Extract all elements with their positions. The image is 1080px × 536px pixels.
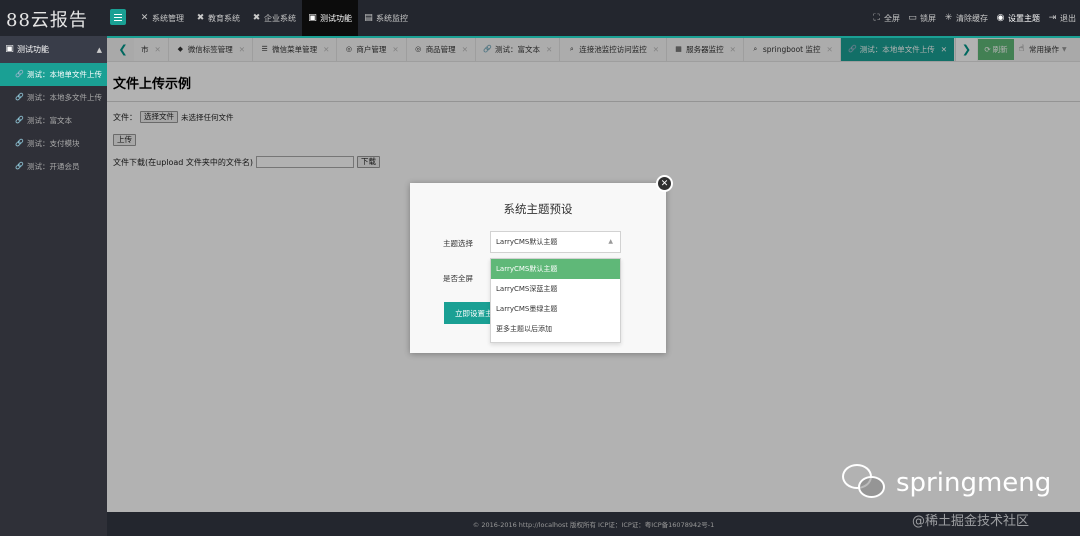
theme-select[interactable]: LarryCMS默认主题 ▲	[490, 231, 621, 253]
top-action-label: 全屏	[884, 13, 900, 23]
app-window: 88云报告 ✕ 系统管理 ✖ 教育系统 ✖ 企业系统 ▣ 测试功能 ▤ 系统监控 ⛶ 全屏 ▭ 锁屏 ✳ 清…	[0, 0, 1080, 536]
palette-icon: ◉	[996, 12, 1005, 23]
watermark: springmeng	[842, 462, 1051, 504]
link-icon: 🔗	[15, 139, 24, 147]
watermark-brand: springmeng	[896, 468, 1052, 498]
close-icon: ✖	[196, 12, 205, 23]
top-nav-item[interactable]: ▣ 测试功能	[302, 0, 358, 36]
modal-title: 系统主题预设	[503, 202, 573, 216]
theme-label: 主题选择	[443, 239, 473, 248]
theme-option[interactable]: LarryCMS墨绿主题	[491, 299, 620, 319]
sidebar-item-label: 测试：富文本	[27, 116, 72, 125]
screen-lock-icon: ▭	[908, 12, 917, 23]
top-nav-label: 测试功能	[320, 13, 352, 23]
top-nav-label: 系统管理	[152, 13, 184, 23]
theme-selected-value: LarryCMS默认主题	[496, 238, 558, 246]
top-action-label: 退出	[1060, 13, 1076, 23]
link-icon: 🔗	[15, 93, 24, 101]
fullscreen-icon: ⛶	[873, 12, 880, 23]
top-action-item[interactable]: ◉ 设置主题	[992, 0, 1044, 36]
logo: 88云报告	[6, 10, 88, 31]
sidebar-header[interactable]: ▣ 测试功能 ▲	[0, 36, 107, 63]
logout-icon: ⇥	[1048, 12, 1057, 23]
top-action-item[interactable]: ⛶ 全屏	[868, 0, 904, 36]
sidebar-item[interactable]: 🔗 测试：本地多文件上传	[0, 86, 107, 109]
top-nav-item[interactable]: ✖ 企业系统	[246, 0, 302, 36]
top-action-label: 清除缓存	[956, 13, 988, 23]
sidebar-item[interactable]: 🔗 测试：开通会员	[0, 155, 107, 178]
close-icon: ✖	[252, 12, 261, 23]
sidebar-item[interactable]: 🔗 测试：富文本	[0, 109, 107, 132]
theme-option[interactable]: LarryCMS默认主题	[491, 259, 620, 279]
top-action-item[interactable]: ⇥ 退出	[1044, 0, 1080, 36]
sidebar-item-label: 测试：本地单文件上传	[27, 70, 102, 79]
watermark-site: @稀土掘金技术社区	[912, 514, 1030, 529]
sidebar-items: 🔗 测试：本地单文件上传 🔗 测试：本地多文件上传 🔗 测试：富文本 🔗 测试：支付模块 🔗 测试…	[0, 63, 107, 178]
sidebar-item[interactable]: 🔗 测试：支付模块	[0, 132, 107, 155]
sidebar-item[interactable]: 🔗 测试：本地单文件上传	[0, 63, 107, 86]
top-nav-item[interactable]: ✕ 系统管理	[134, 0, 190, 36]
top-nav-label: 系统监控	[376, 13, 408, 23]
top-nav-label: 教育系统	[208, 13, 240, 23]
top-nav: ✕ 系统管理 ✖ 教育系统 ✖ 企业系统 ▣ 测试功能 ▤ 系统监控	[134, 0, 414, 36]
link-icon: 🔗	[15, 162, 24, 170]
grid-icon: ▣	[5, 44, 14, 54]
link-icon: 🔗	[15, 116, 24, 124]
top-action-label: 锁屏	[920, 13, 936, 23]
theme-modal: 系统主题预设 主题选择 LarryCMS默认主题 ▲ 是否全屏 立即设置主题 L…	[410, 183, 666, 353]
spinner-icon: ✳	[944, 12, 953, 23]
wrench-icon: ✕	[140, 12, 149, 23]
menu-toggle-button[interactable]	[110, 9, 126, 25]
top-nav-item[interactable]: ▤ 系统监控	[358, 0, 414, 36]
caret-up-icon: ▲	[608, 238, 613, 245]
top-nav-label: 企业系统	[264, 13, 296, 23]
top-nav-item[interactable]: ✖ 教育系统	[190, 0, 246, 36]
wechat-icon	[842, 462, 890, 504]
theme-option[interactable]: 更多主题以后添加	[491, 319, 620, 339]
top-right-toolbar: ⛶ 全屏 ▭ 锁屏 ✳ 清除缓存 ◉ 设置主题 ⇥ 退出	[868, 0, 1080, 36]
sidebar-item-label: 测试：支付模块	[27, 139, 80, 148]
top-action-label: 设置主题	[1008, 13, 1040, 23]
fullscreen-label: 是否全屏	[443, 274, 473, 283]
top-action-item[interactable]: ▭ 锁屏	[904, 0, 940, 36]
monitor-icon: ▤	[364, 12, 373, 23]
top-action-item[interactable]: ✳ 清除缓存	[940, 0, 992, 36]
top-bar: 88云报告 ✕ 系统管理 ✖ 教育系统 ✖ 企业系统 ▣ 测试功能 ▤ 系统监控 ⛶ 全屏 ▭ 锁屏 ✳ 清…	[0, 0, 1080, 36]
footer-text: © 2016-2016 http://localhost 版权所有 ICP证：I…	[472, 521, 715, 529]
sidebar: ▣ 测试功能 ▲ 🔗 测试：本地单文件上传 🔗 测试：本地多文件上传 🔗 测试：富文本 🔗 测…	[0, 36, 107, 536]
link-icon: 🔗	[15, 70, 24, 78]
terminal-icon: ▣	[308, 12, 317, 23]
sidebar-item-label: 测试：本地多文件上传	[27, 93, 102, 102]
sidebar-header-label: 测试功能	[17, 45, 49, 54]
chevron-up-icon: ▲	[96, 45, 102, 54]
sidebar-item-label: 测试：开通会员	[27, 162, 80, 171]
theme-dropdown: LarryCMS默认主题 LarryCMS深蓝主题 LarryCMS墨绿主题 更多主题…	[490, 258, 621, 343]
theme-option[interactable]: LarryCMS深蓝主题	[491, 279, 620, 299]
apply-theme-button[interactable]: 立即设置主题	[444, 302, 490, 324]
close-icon[interactable]: ✕	[656, 175, 673, 192]
